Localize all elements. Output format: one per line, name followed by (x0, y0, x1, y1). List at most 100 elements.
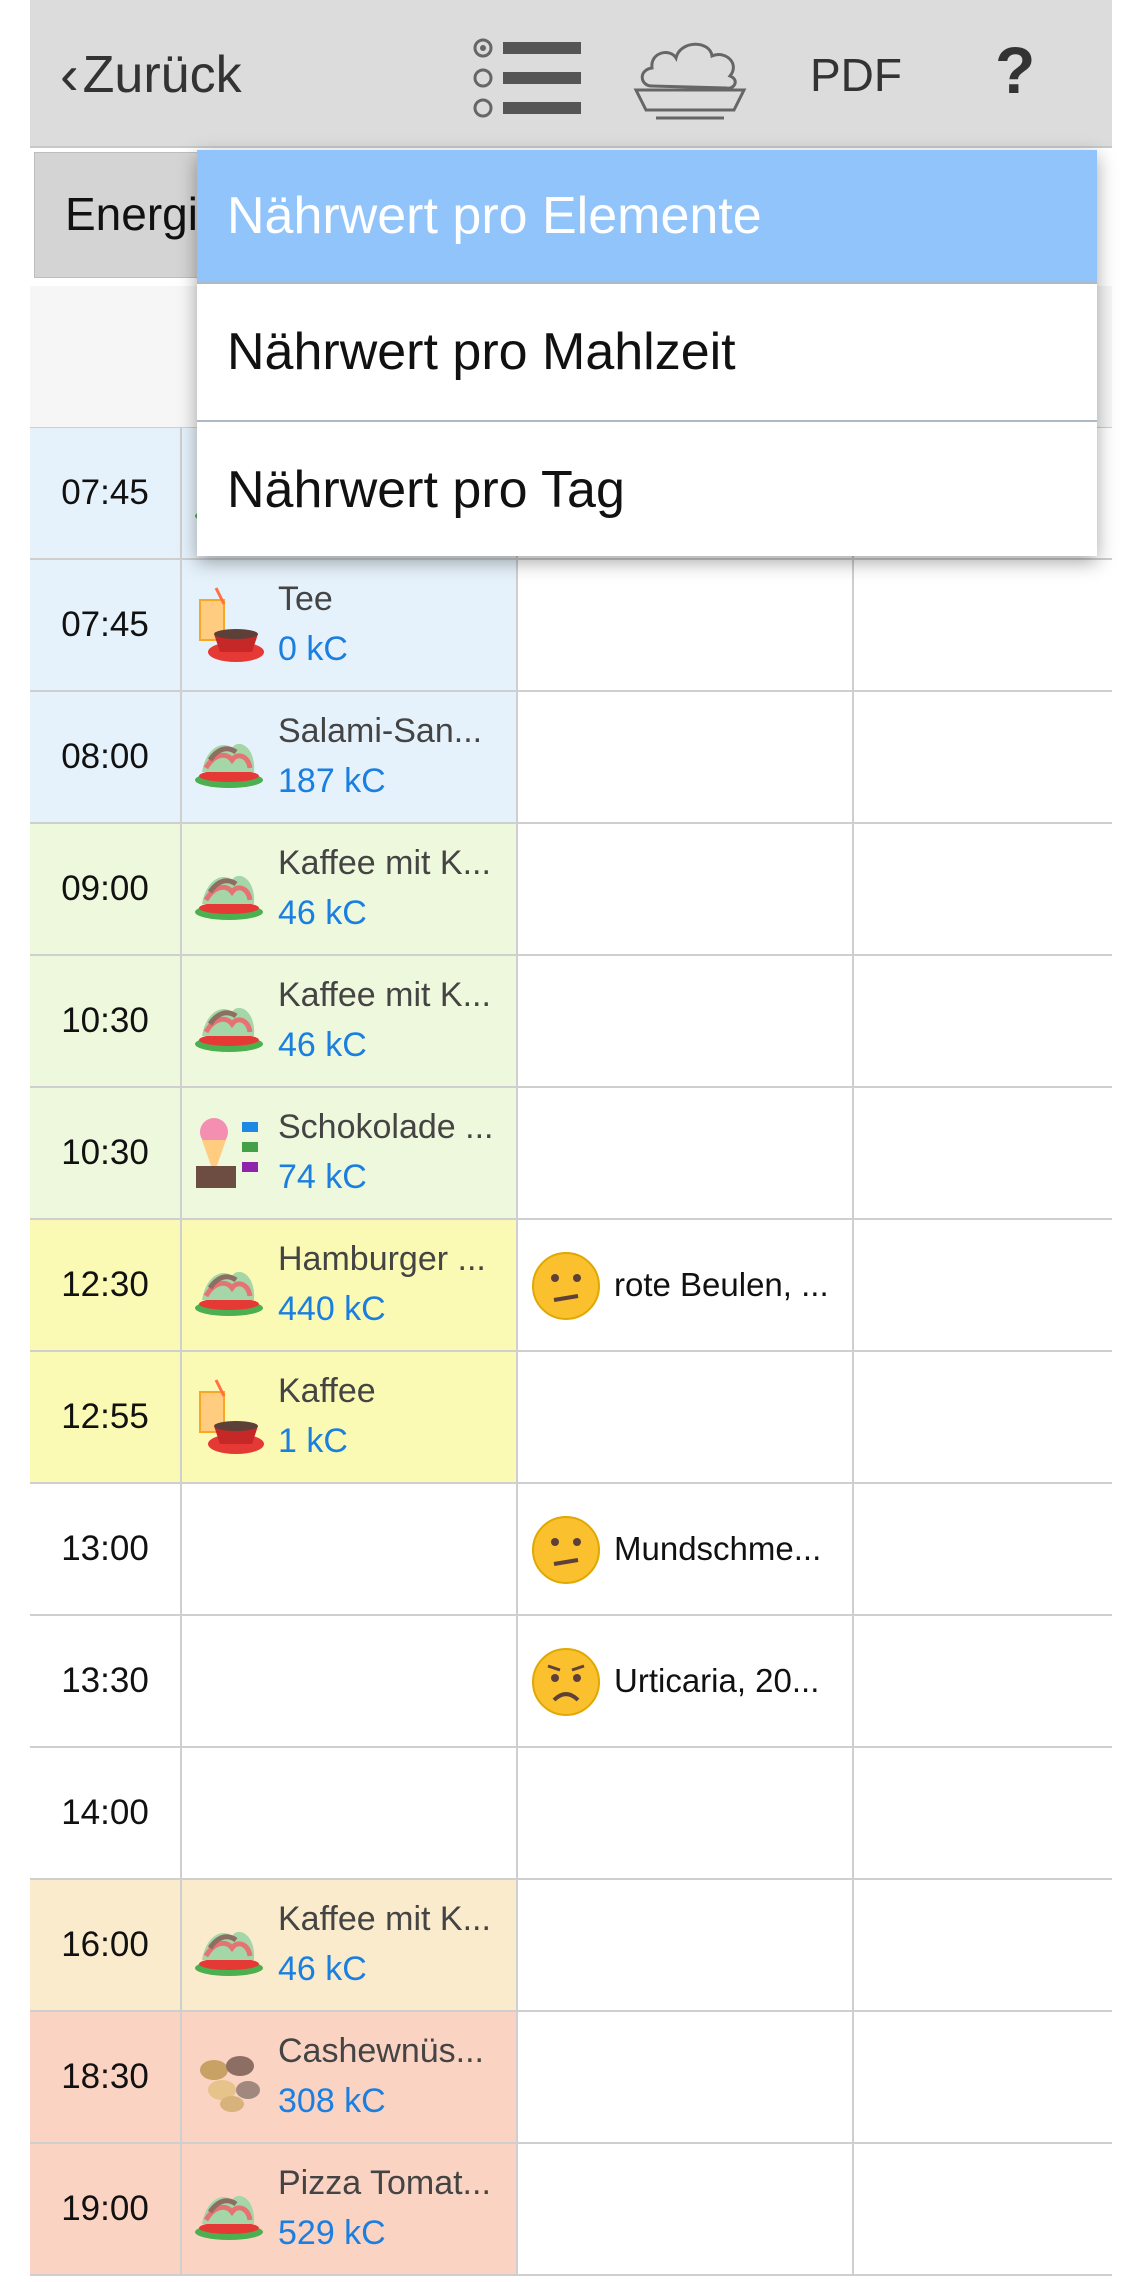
food-name: Kaffee mit K... (278, 976, 491, 1014)
extra-cell[interactable] (854, 1616, 1112, 1746)
table-row[interactable]: 19:00 Pizza Tomat... 529 kC (30, 2144, 1112, 2276)
dropdown-divider (197, 282, 1097, 284)
food-cell[interactable] (182, 1484, 518, 1614)
symptom-cell[interactable]: Mundschme... (518, 1484, 854, 1614)
food-name: Kaffee mit K... (278, 844, 491, 882)
extra-cell[interactable] (854, 692, 1112, 822)
row-time: 12:30 (30, 1220, 182, 1350)
extra-cell[interactable] (854, 1484, 1112, 1614)
dropdown-item-per-meal[interactable]: Nährwert pro Mahlzeit (197, 286, 1097, 418)
table-row[interactable]: 10:30 Kaffee mit K... 46 kC (30, 956, 1112, 1088)
food-cell[interactable]: Tee 0 kC (182, 560, 518, 690)
food-name: Kaffee (278, 1372, 376, 1410)
food-cell[interactable]: Hamburger ... 440 kC (182, 1220, 518, 1350)
food-calories: 46 kC (278, 1026, 367, 1064)
nuts-icon (192, 2038, 266, 2118)
symptom-cell[interactable] (518, 2144, 854, 2274)
extra-cell[interactable] (854, 1220, 1112, 1350)
symptom-cell[interactable] (518, 1088, 854, 1218)
row-time: 12:55 (30, 1352, 182, 1482)
food-cell[interactable]: Kaffee 1 kC (182, 1352, 518, 1482)
row-time: 10:30 (30, 1088, 182, 1218)
extra-cell[interactable] (854, 1352, 1112, 1482)
food-calories: 1 kC (278, 1422, 348, 1460)
food-name: Hamburger ... (278, 1240, 486, 1278)
plate-icon (192, 718, 266, 798)
list-view-icon[interactable] (473, 38, 581, 118)
food-name: Tee (278, 580, 333, 618)
symptom-cell[interactable] (518, 1748, 854, 1878)
table-row[interactable]: 09:00 Kaffee mit K... 46 kC (30, 824, 1112, 956)
energy-header-label: Energi (65, 188, 198, 240)
row-time: 08:00 (30, 692, 182, 822)
table-row[interactable]: 12:30 Hamburger ... 440 kC rote Beulen, ... (30, 1220, 1112, 1352)
symptom-cell[interactable]: Urticaria, 20... (518, 1616, 854, 1746)
food-cell[interactable]: Schokolade ... 74 kC (182, 1088, 518, 1218)
food-name: Kaffee mit K... (278, 1900, 491, 1938)
food-name: Pizza Tomat... (278, 2164, 491, 2202)
extra-cell[interactable] (854, 560, 1112, 690)
plate-icon (192, 1246, 266, 1326)
table-row[interactable]: 07:45 Tee 0 kC (30, 560, 1112, 692)
food-cell[interactable]: Cashewnüs... 308 kC (182, 2012, 518, 2142)
extra-cell[interactable] (854, 2012, 1112, 2142)
extra-cell[interactable] (854, 956, 1112, 1086)
food-cell[interactable]: Salami-San... 187 kC (182, 692, 518, 822)
food-calories: 529 kC (278, 2214, 386, 2252)
symptom-cell[interactable] (518, 560, 854, 690)
table-row[interactable]: 10:30 Schokolade ... 74 kC (30, 1088, 1112, 1220)
symptom-cell[interactable] (518, 1352, 854, 1482)
food-cell[interactable] (182, 1616, 518, 1746)
extra-cell[interactable] (854, 1880, 1112, 2010)
food-cell[interactable]: Kaffee mit K... 46 kC (182, 824, 518, 954)
table-row[interactable]: 14:00 (30, 1748, 1112, 1880)
food-diary-screen: ‹ Zurück PDF ? Energi 07:45 07:45 Tee 0 kC 0… (0, 0, 1142, 2282)
food-cell[interactable] (182, 1748, 518, 1878)
food-name: Schokolade ... (278, 1108, 494, 1146)
food-cell[interactable]: Pizza Tomat... 529 kC (182, 2144, 518, 2274)
food-cell[interactable]: Kaffee mit K... 46 kC (182, 1880, 518, 2010)
meal-bowl-icon[interactable] (630, 30, 750, 122)
food-calories: 0 kC (278, 630, 348, 668)
symptom-cell[interactable] (518, 824, 854, 954)
symptom-cell[interactable] (518, 692, 854, 822)
pdf-button[interactable]: PDF (810, 48, 902, 102)
extra-cell[interactable] (854, 1088, 1112, 1218)
dropdown-item-per-day[interactable]: Nährwert pro Tag (197, 424, 1097, 556)
table-row[interactable]: 12:55 Kaffee 1 kC (30, 1352, 1112, 1484)
plate-icon (192, 850, 266, 930)
extra-cell[interactable] (854, 2144, 1112, 2274)
energy-column-header[interactable]: Energi (34, 152, 204, 278)
drink-icon (192, 586, 266, 666)
row-time: 16:00 (30, 1880, 182, 2010)
row-time: 13:00 (30, 1484, 182, 1614)
symptom-cell[interactable] (518, 956, 854, 1086)
help-button[interactable]: ? (995, 32, 1035, 108)
row-time: 19:00 (30, 2144, 182, 2274)
table-row[interactable]: 18:30 Cashewnüs... 308 kC (30, 2012, 1112, 2144)
extra-cell[interactable] (854, 1748, 1112, 1878)
extra-cell[interactable] (854, 824, 1112, 954)
symptom-text: Mundschme... (614, 1530, 822, 1567)
back-button[interactable]: ‹ Zurück (60, 40, 242, 110)
table-row[interactable]: 16:00 Kaffee mit K... 46 kC (30, 1880, 1112, 2012)
table-row[interactable]: 13:00 Mundschme... (30, 1484, 1112, 1616)
table-row[interactable]: 13:30 Urticaria, 20... (30, 1616, 1112, 1748)
food-calories: 46 kC (278, 894, 367, 932)
confused-face-icon (530, 1250, 602, 1322)
dropdown-item-per-element[interactable]: Nährwert pro Elemente (197, 150, 1097, 282)
table-row[interactable]: 08:00 Salami-San... 187 kC (30, 692, 1112, 824)
food-calories: 440 kC (278, 1290, 386, 1328)
plate-icon (192, 1906, 266, 1986)
dropdown-divider (197, 420, 1097, 422)
symptom-cell[interactable] (518, 2012, 854, 2142)
food-cell[interactable]: Kaffee mit K... 46 kC (182, 956, 518, 1086)
chevron-left-icon: ‹ (60, 43, 79, 106)
row-time: 09:00 (30, 824, 182, 954)
row-time: 10:30 (30, 956, 182, 1086)
top-toolbar: ‹ Zurück PDF ? (30, 0, 1112, 148)
row-time: 18:30 (30, 2012, 182, 2142)
symptom-cell[interactable]: rote Beulen, ... (518, 1220, 854, 1350)
symptom-cell[interactable] (518, 1880, 854, 2010)
symptom-text: Urticaria, 20... (614, 1662, 820, 1699)
